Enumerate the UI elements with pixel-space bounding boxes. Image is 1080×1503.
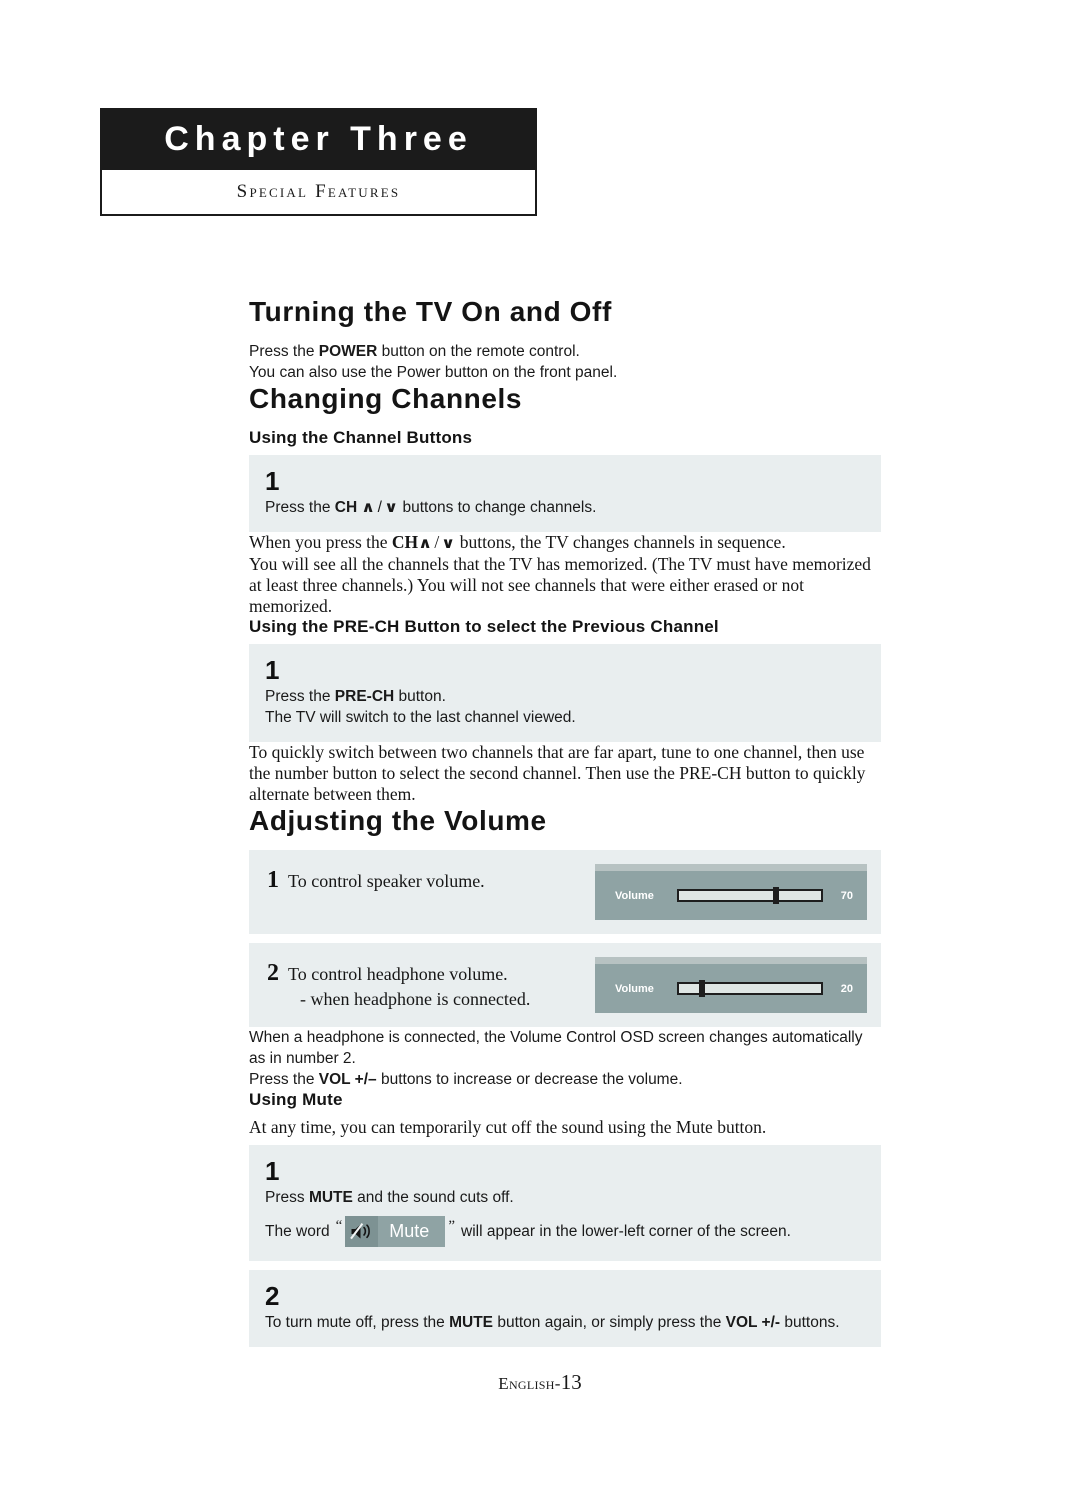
mute-off-post: buttons. — [780, 1314, 840, 1331]
osd-volume-value: 20 — [840, 982, 853, 995]
mute-press-post: and the sound cuts off. — [352, 1189, 514, 1206]
step-box-channel-buttons: 1 Press the CH ∧ / ∨ buttons to change cha… — [249, 455, 881, 532]
headphone-volume-text-area: 2 To control headphone volume. - when he… — [267, 957, 595, 1012]
step-number: 2 — [267, 960, 279, 986]
osd-volume-value: 70 — [840, 889, 853, 902]
power-keyword: POWER — [318, 343, 378, 360]
headphone-volume-subnote: - when headphone is connected. — [300, 989, 531, 1009]
speaker-volume-line: 1 To control speaker volume. — [267, 868, 595, 894]
vol-keyword: VOL +/– — [318, 1071, 377, 1088]
prech-press-pre: Press the — [265, 688, 335, 705]
step-number: 2 — [265, 1281, 280, 1311]
step-number: 1 — [267, 867, 279, 893]
memorized-channels-paragraph: You will see all the channels that the T… — [249, 554, 871, 616]
heading-using-prech-button: Using the PRE-CH Button to select the Pr… — [249, 617, 719, 636]
quote-open: “ — [335, 1218, 343, 1234]
step-instruction: Press MUTE and the sound cuts off. — [265, 1187, 865, 1208]
osd-top-strip — [595, 864, 867, 871]
heading-changing-channels: Changing Channels — [249, 383, 523, 414]
turning-tv-line1-pre: Press the — [249, 343, 319, 360]
volume-slider[interactable] — [677, 980, 823, 997]
ch-keyword: CH — [334, 499, 358, 516]
vol-note-post: buttons to increase or decrease the volu… — [376, 1071, 683, 1088]
chevron-up-icon: ∧ — [361, 498, 376, 516]
step-box-speaker-volume: 1 To control speaker volume. Volume 70 — [249, 850, 881, 934]
channel-sequence-post: buttons, the TV changes channels in sequ… — [455, 532, 786, 552]
chapter-subtitle-box: Special Features — [100, 170, 537, 216]
headphone-volume-line: 2 To control headphone volume. — [267, 961, 595, 987]
turning-tv-line2: You can also use the Power button on the… — [249, 364, 618, 381]
mute-badge-line-pre: The word — [265, 1222, 330, 1240]
speaker-volume-text-area: 1 To control speaker volume. — [267, 864, 595, 894]
step-box-mute-off: 2 To turn mute off, press the MUTE butto… — [249, 1270, 881, 1347]
osd-volume-label: Volume — [615, 889, 654, 902]
chapter-header: Chapter Three Special Features — [100, 108, 537, 216]
mute-badge-label: Mute — [389, 1221, 430, 1241]
vol-note-pre: Press the — [249, 1071, 319, 1088]
osd-body: Volume 70 — [595, 871, 867, 920]
prech-press-post: button. — [394, 688, 446, 705]
step-number: 1 — [265, 655, 280, 685]
heading-using-mute: Using Mute — [249, 1090, 343, 1109]
volume-slider[interactable] — [677, 887, 823, 904]
mute-keyword-2: MUTE — [449, 1314, 494, 1331]
mute-badge-line: The word “ Mute ” will appear in the low… — [265, 1216, 865, 1247]
osd-body: Volume 20 — [595, 964, 867, 1013]
step-number: 1 — [265, 1156, 280, 1186]
osd-top-strip — [595, 957, 867, 964]
quote-close: ” — [448, 1218, 455, 1234]
chapter-title: Chapter Three — [164, 119, 473, 158]
step-number: 1 — [265, 466, 280, 496]
step-box-headphone-volume: 2 To control headphone volume. - when he… — [249, 943, 881, 1027]
step-instruction: To turn mute off, press the MUTE button … — [265, 1312, 865, 1333]
headphone-volume-instruction: To control headphone volume. — [288, 964, 508, 984]
osd-speaker-volume: Volume 70 — [595, 864, 867, 920]
vol-buttons-note: Press the VOL +/– buttons to increase or… — [249, 1069, 881, 1090]
ch-keyword-2: CH — [391, 532, 419, 552]
osd-headphone-volume: Volume 20 — [595, 957, 867, 1013]
footer-page-number: 13 — [560, 1370, 582, 1394]
prech-result-line: The TV will switch to the last channel v… — [265, 709, 576, 726]
step-box-prech: 1 Press the PRE-CH button. The TV will s… — [249, 644, 881, 742]
speaker-volume-instruction: To control speaker volume. — [288, 871, 485, 891]
mute-keyword: MUTE — [308, 1189, 353, 1206]
footer-language: English- — [498, 1374, 561, 1393]
ch-press-post: buttons to change channels. — [398, 499, 597, 516]
prech-keyword: PRE-CH — [334, 688, 395, 705]
chevron-up-icon-2: ∧ — [418, 534, 433, 552]
heading-adjusting-volume: Adjusting the Volume — [249, 805, 547, 836]
channel-sequence-paragraph: When you press the CH∧ / ∨ buttons, the TV… — [249, 532, 881, 554]
heading-turning-tv-on-off: Turning the TV On and Off — [249, 296, 612, 327]
mute-off-mid: button again, or simply press the — [493, 1314, 726, 1331]
ch-press-pre: Press the — [265, 499, 335, 516]
mute-press-pre: Press — [265, 1189, 309, 1206]
slider-thumb[interactable] — [772, 887, 779, 904]
page-footer: English-13 — [0, 1370, 1080, 1395]
chapter-subtitle: Special Features — [236, 181, 401, 202]
step-instruction: Press the PRE-CH button. The TV will swi… — [265, 686, 865, 728]
chapter-title-bar: Chapter Three — [100, 108, 537, 170]
heading-using-channel-buttons: Using the Channel Buttons — [249, 428, 473, 447]
mute-off-pre: To turn mute off, press the — [265, 1314, 450, 1331]
turning-tv-paragraph: Press the POWER button on the remote con… — [249, 341, 881, 383]
osd-volume-label: Volume — [615, 982, 654, 995]
channel-sequence-pre: When you press the — [249, 532, 392, 552]
page-content: Turning the TV On and Off Press the POWE… — [249, 296, 881, 1347]
chevron-down-icon: ∨ — [384, 498, 399, 516]
mute-speaker-icon — [345, 1216, 379, 1247]
mute-osd-badge: Mute — [345, 1216, 446, 1247]
step-box-mute-on: 1 Press MUTE and the sound cuts off. The… — [249, 1145, 881, 1261]
mute-badge-line-post: will appear in the lower-left corner of … — [461, 1222, 791, 1240]
mute-intro-paragraph: At any time, you can temporarily cut off… — [249, 1117, 767, 1137]
slider-thumb[interactable] — [698, 980, 705, 997]
vol-keyword-2: VOL +/- — [725, 1314, 781, 1331]
prech-usage-paragraph: To quickly switch between two channels t… — [249, 742, 866, 804]
headphone-osd-note: When a headphone is connected, the Volum… — [249, 1029, 863, 1067]
turning-tv-line1-post: button on the remote control. — [377, 343, 580, 360]
step-instruction: Press the CH ∧ / ∨ buttons to change chann… — [265, 497, 865, 518]
chevron-down-icon-2: ∨ — [441, 534, 456, 552]
